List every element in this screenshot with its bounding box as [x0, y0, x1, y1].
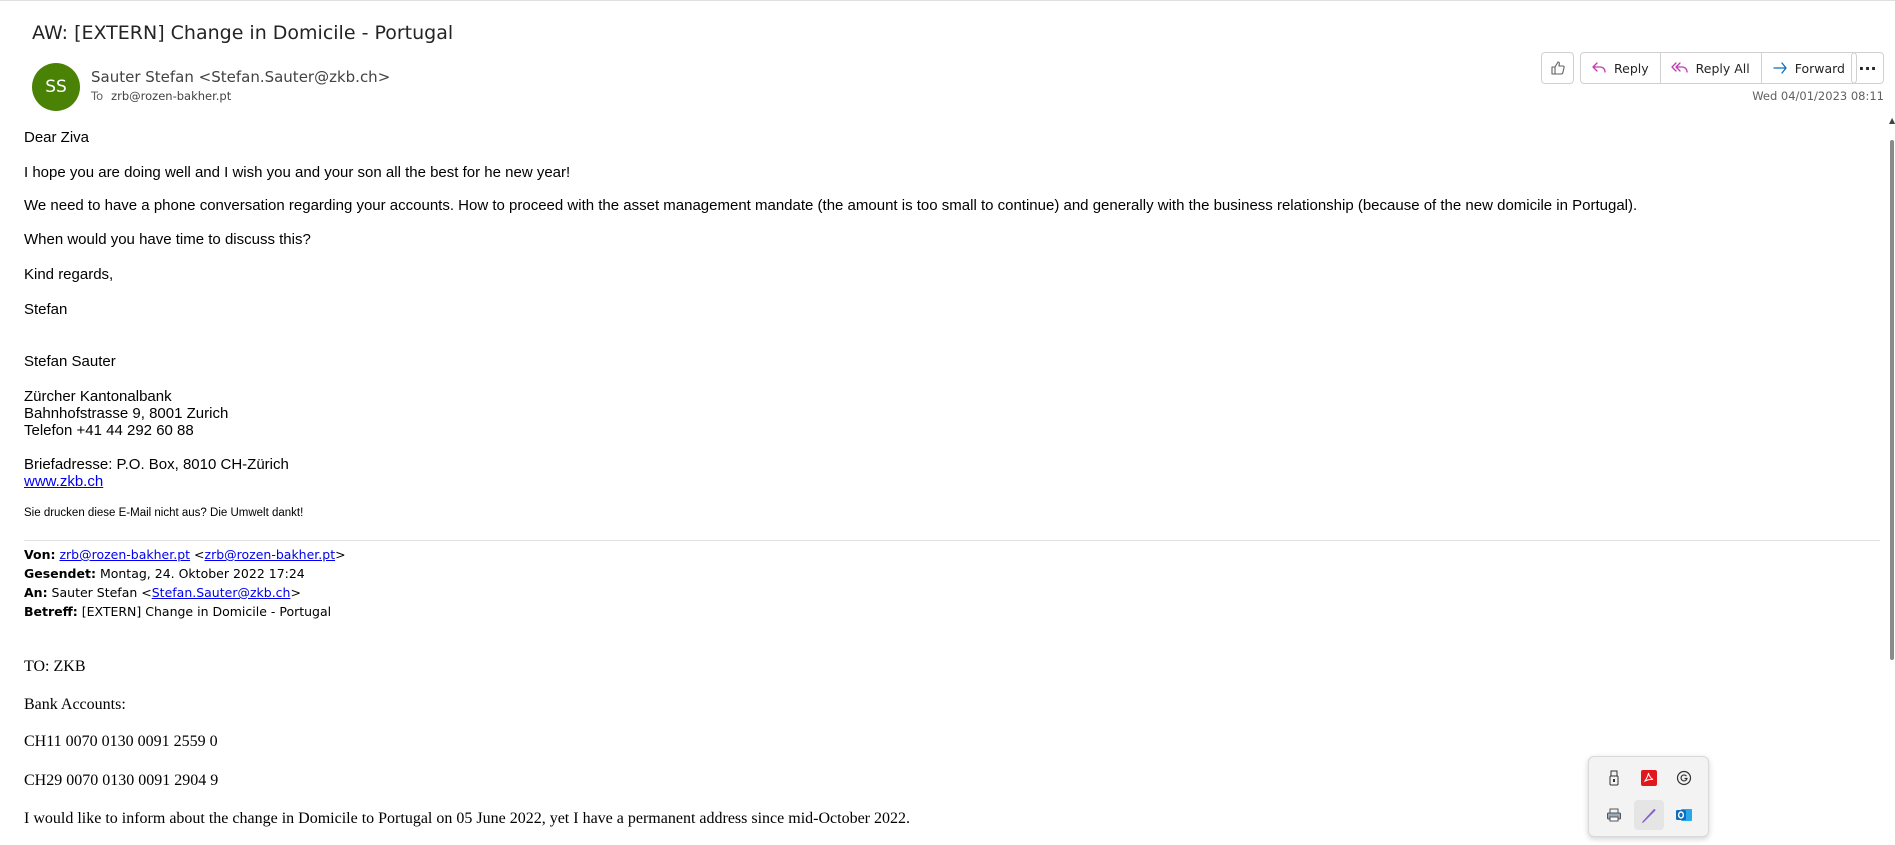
quoted-accounts-label: Bank Accounts: — [24, 696, 126, 713]
signature-phone: Telefon +41 44 292 60 88 — [24, 422, 194, 439]
body-paragraph-1: I hope you are doing well and I wish you… — [24, 164, 571, 181]
subject-value: [EXTERN] Change in Domicile - Portugal — [77, 604, 332, 619]
printer-icon[interactable] — [1599, 800, 1629, 830]
quoted-sent: Gesendet: Montag, 24. Oktober 2022 17:24 — [24, 566, 305, 581]
to-label-quoted: An: — [24, 585, 48, 600]
sign-off-name: Stefan — [24, 301, 68, 318]
reply-label: Reply — [1614, 60, 1649, 76]
recipient-line: To zrb@rozen-bakher.pt — [91, 89, 231, 103]
email-reading-pane — [0, 0, 1895, 845]
from-bracket-close: > — [335, 547, 346, 562]
website-link[interactable]: www.zkb.ch — [24, 473, 103, 490]
signature-postal: Briefadresse: P.O. Box, 8010 CH-Zürich — [24, 456, 289, 473]
sent-label: Gesendet: — [24, 566, 96, 581]
sent-value: Montag, 24. Oktober 2022 17:24 — [95, 566, 305, 581]
from-label: Von: — [24, 547, 56, 562]
sender-avatar[interactable]: SS — [32, 63, 80, 111]
to-email-link[interactable]: Stefan.Sauter@zkb.ch — [152, 585, 291, 600]
body-paragraph-2: We need to have a phone conversation reg… — [24, 197, 1638, 214]
quoted-subject: Betreff: [EXTERN] Change in Domicile - P… — [24, 604, 331, 619]
to-bracket-close: > — [290, 585, 301, 600]
reply-all-icon — [1670, 62, 1688, 73]
email-date: Wed 04/01/2023 08:11 — [1752, 89, 1884, 103]
like-button[interactable] — [1541, 52, 1574, 84]
from-link[interactable]: zrb@rozen-bakher.pt — [59, 547, 190, 562]
forward-label: Forward — [1794, 60, 1845, 76]
signature-bank: Zürcher Kantonalbank — [24, 388, 172, 405]
greeting: Dear Ziva — [24, 129, 90, 146]
reply-button[interactable]: Reply — [1581, 53, 1661, 83]
forward-icon — [1773, 62, 1787, 74]
quoted-account-1: CH11 0070 0130 0091 2559 0 — [24, 733, 218, 750]
quote-divider — [24, 540, 1880, 541]
quoted-info: I would like to inform about the change … — [24, 810, 910, 827]
quoted-from: Von: zrb@rozen-bakher.pt <zrb@rozen-bakh… — [24, 547, 346, 562]
body-paragraph-3: When would you have time to discuss this… — [24, 231, 311, 248]
signature-name: Stefan Sauter — [24, 353, 116, 370]
subject-label: Betreff: — [24, 604, 78, 619]
outlook-icon[interactable] — [1669, 800, 1699, 830]
acrobat-icon[interactable] — [1634, 763, 1664, 793]
quoted-account-2: CH29 0070 0130 0091 2904 9 — [24, 772, 219, 789]
grammarly-icon[interactable] — [1669, 763, 1699, 793]
sender-name[interactable]: Sauter Stefan <Stefan.Sauter@zkb.ch> — [91, 68, 390, 86]
print-note: Sie drucken diese E-Mail nicht aus? Die … — [24, 507, 304, 519]
more-icon: ··· — [1858, 58, 1877, 78]
from-email-link[interactable]: zrb@rozen-bakher.pt — [205, 547, 336, 562]
to-value: Sauter Stefan < — [47, 585, 152, 600]
thumbs-up-icon — [1550, 61, 1565, 75]
email-subject: AW: [EXTERN] Change in Domicile - Portug… — [32, 22, 454, 44]
scroll-up-arrow[interactable]: ▲ — [1889, 117, 1895, 125]
reply-icon — [1592, 62, 1606, 73]
quoted-to-line: TO: ZKB — [24, 658, 86, 675]
signature-street: Bahnhofstrasse 9, 8001 Zurich — [24, 405, 229, 422]
reply-all-label: Reply All — [1695, 60, 1750, 76]
closing: Kind regards, — [24, 266, 114, 283]
pen-icon[interactable] — [1634, 800, 1664, 830]
forward-button[interactable]: Forward — [1762, 53, 1856, 83]
system-tray-overflow — [1588, 756, 1709, 837]
quoted-to: An: Sauter Stefan <Stefan.Sauter@zkb.ch> — [24, 585, 301, 600]
message-actions: Reply Reply All Forward — [1580, 52, 1857, 84]
recipient-address[interactable]: zrb@rozen-bakher.pt — [111, 89, 231, 103]
usb-drive-icon[interactable] — [1599, 763, 1629, 793]
from-bracket-open: < — [190, 547, 205, 562]
reply-all-button[interactable]: Reply All — [1661, 53, 1762, 83]
to-label: To — [91, 89, 104, 103]
scrollbar-thumb[interactable] — [1890, 140, 1894, 660]
more-actions-button[interactable]: ··· — [1851, 52, 1884, 84]
